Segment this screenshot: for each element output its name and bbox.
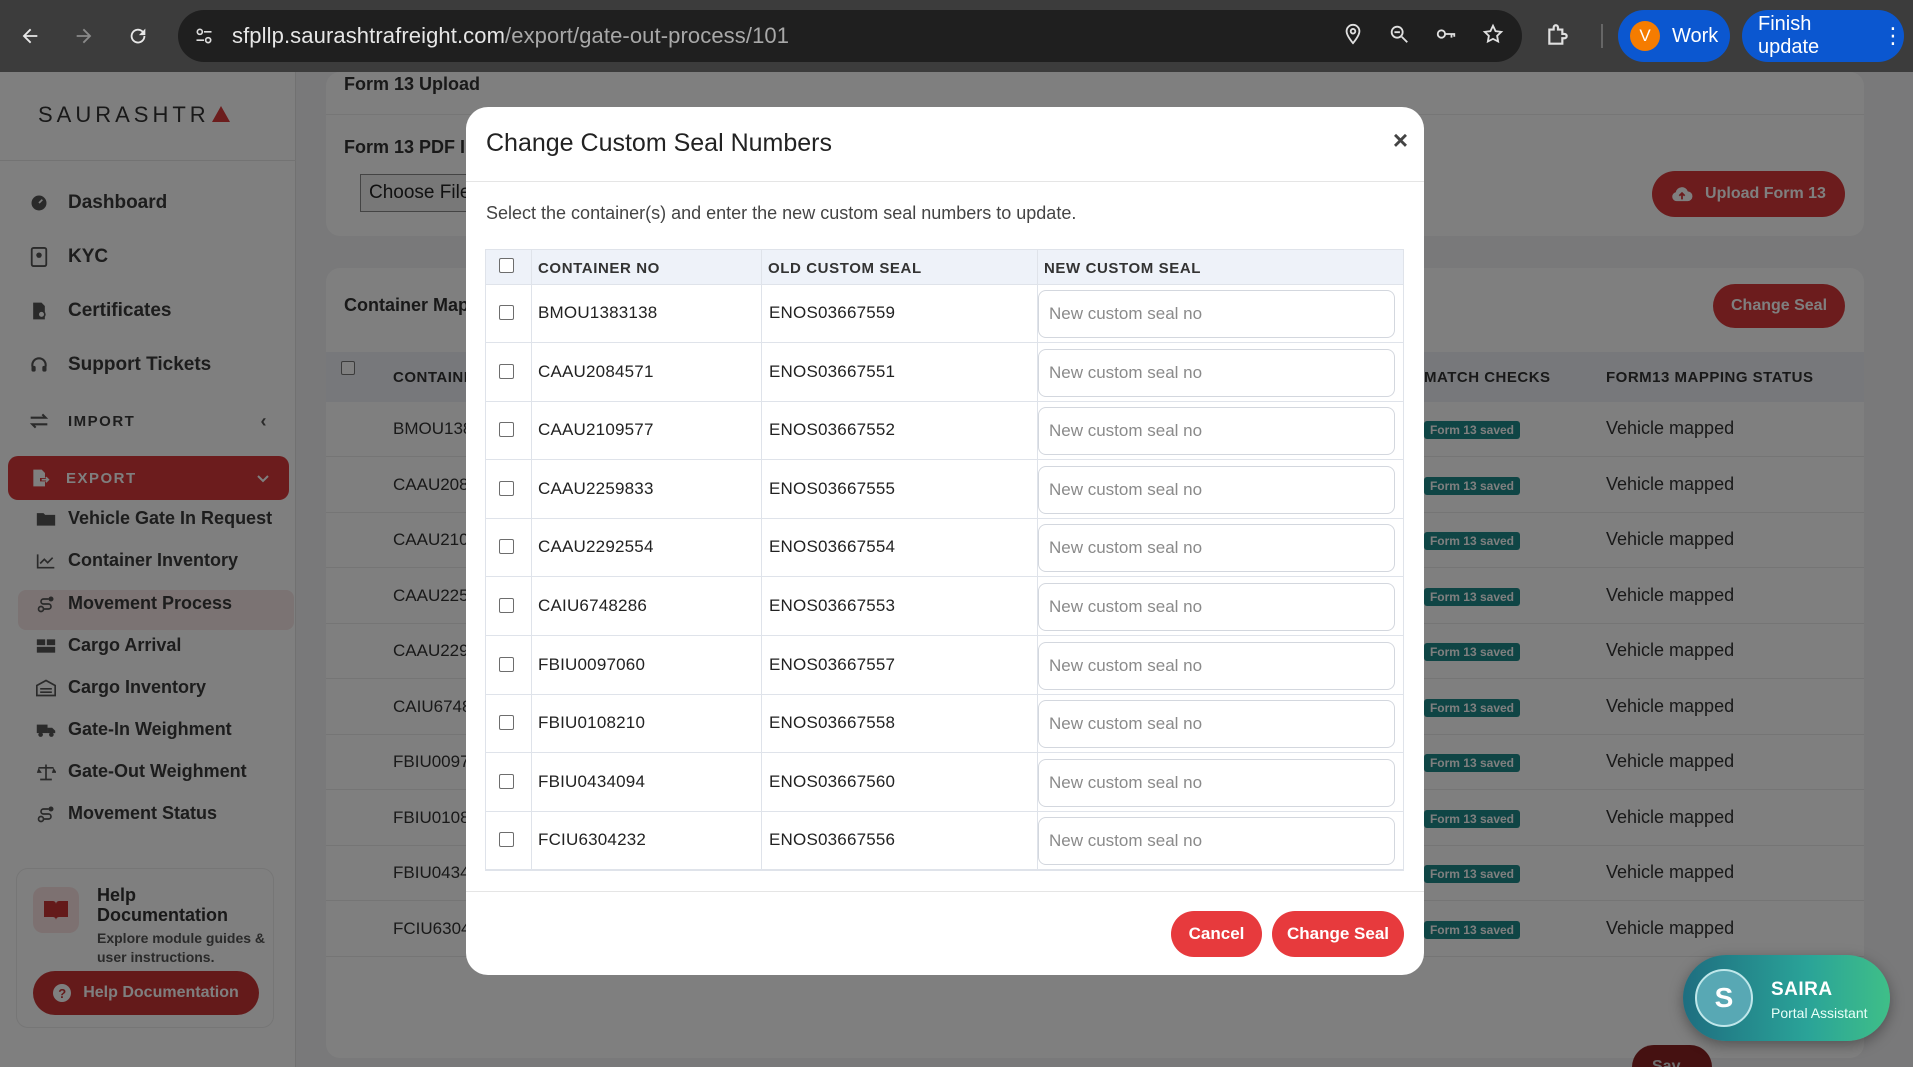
row-checkbox[interactable] [499, 539, 514, 555]
row-checkbox[interactable] [499, 480, 514, 496]
saira-assistant-button[interactable]: S SAIRA Portal Assistant [1683, 955, 1890, 1041]
row-checkbox[interactable] [499, 715, 514, 731]
seal-table: CONTAINER NO OLD CUSTOM SEAL NEW CUSTOM … [485, 249, 1404, 871]
modal-header-divider [466, 181, 1424, 182]
new-seal-input[interactable] [1038, 465, 1395, 514]
container-no-cell: FBIU0097060 [538, 654, 646, 674]
column-header-new-seal: NEW CUSTOM SEAL [1044, 260, 1202, 277]
new-seal-input[interactable] [1038, 817, 1395, 866]
old-seal-cell: ENOS03667558 [769, 713, 896, 733]
table-row: CAAU2292554 ENOS03667554 [486, 519, 1403, 578]
assistant-name: SAIRA [1771, 979, 1833, 1000]
seal-table-header: CONTAINER NO OLD CUSTOM SEAL NEW CUSTOM … [486, 250, 1403, 285]
site-info-icon[interactable] [194, 26, 214, 46]
table-row: CAAU2259833 ENOS03667555 [486, 461, 1403, 519]
table-row: FCIU6304232 ENOS03667556 [486, 812, 1403, 871]
old-seal-cell: ENOS03667556 [769, 830, 896, 850]
row-checkbox[interactable] [499, 598, 514, 613]
password-key-icon[interactable] [1434, 23, 1458, 50]
new-seal-input[interactable] [1038, 641, 1395, 690]
modal-description: Select the container(s) and enter the ne… [486, 203, 1077, 223]
row-checkbox[interactable] [499, 363, 514, 379]
change-seal-button[interactable]: Change Seal [1272, 911, 1404, 957]
table-row: FBIU0097060 ENOS03667557 [486, 637, 1403, 695]
back-icon[interactable] [4, 10, 56, 62]
old-seal-cell: ENOS03667559 [769, 303, 896, 322]
row-checkbox[interactable] [499, 422, 514, 438]
table-row: FBIU0434094 ENOS03667560 [486, 754, 1403, 812]
container-no-cell: FBIU0434094 [538, 771, 646, 791]
row-checkbox[interactable] [499, 656, 514, 672]
old-seal-cell: ENOS03667551 [769, 361, 896, 381]
new-seal-input[interactable] [1038, 524, 1395, 573]
select-all-checkbox[interactable] [499, 258, 514, 273]
modal-footer-divider [466, 891, 1424, 892]
table-row: BMOU1383138 ENOS03667559 [486, 285, 1403, 343]
address-bar[interactable]: sfpllp.saurashtrafreight.com/export/gate… [178, 10, 1522, 62]
container-no-cell: CAAU2084571 [538, 361, 654, 381]
zoom-icon[interactable] [1388, 23, 1410, 50]
finish-update-button[interactable]: Finish update ⋮ [1742, 10, 1904, 62]
reload-icon[interactable] [112, 10, 164, 62]
modal-title: Change Custom Seal Numbers [486, 129, 832, 157]
column-header-old-seal: OLD CUSTOM SEAL [768, 260, 922, 277]
new-seal-input[interactable] [1038, 700, 1395, 749]
profile-button[interactable]: V Work [1618, 10, 1730, 62]
update-label: Finish update [1758, 13, 1820, 58]
table-row: FBIU0108210 ENOS03667558 [486, 695, 1403, 754]
container-no-cell: FCIU6304232 [538, 830, 647, 850]
change-seal-modal: Change Custom Seal Numbers × Select the … [466, 107, 1424, 975]
container-no-cell: FBIU0108210 [538, 713, 646, 733]
row-checkbox[interactable] [499, 832, 514, 848]
table-row: CAAU2109577 ENOS03667552 [486, 402, 1403, 461]
row-checkbox[interactable] [499, 305, 514, 320]
container-no-cell: BMOU1383138 [538, 303, 658, 322]
assistant-subtitle: Portal Assistant [1771, 1005, 1868, 1021]
old-seal-cell: ENOS03667560 [769, 771, 896, 791]
old-seal-cell: ENOS03667557 [769, 654, 896, 674]
extensions-icon[interactable] [1545, 22, 1571, 53]
profile-avatar: V [1630, 21, 1660, 51]
new-seal-input[interactable] [1038, 348, 1395, 397]
profile-label: Work [1672, 24, 1719, 47]
table-row: CAIU6748286 ENOS03667553 [486, 578, 1403, 636]
old-seal-cell: ENOS03667552 [769, 420, 896, 440]
assistant-avatar: S [1695, 969, 1753, 1027]
location-icon[interactable] [1342, 23, 1364, 50]
old-seal-cell: ENOS03667553 [769, 596, 896, 615]
column-header-container-no: CONTAINER NO [538, 260, 660, 277]
bookmark-star-icon[interactable] [1482, 23, 1504, 50]
container-no-cell: CAAU2109577 [538, 420, 654, 440]
new-seal-input[interactable] [1038, 583, 1395, 631]
old-seal-cell: ENOS03667555 [769, 478, 896, 498]
url-text: sfpllp.saurashtrafreight.com/export/gate… [232, 23, 790, 48]
new-seal-input[interactable] [1038, 758, 1395, 807]
more-menu-icon[interactable]: ⋮ [1882, 23, 1904, 49]
forward-icon[interactable] [58, 10, 110, 62]
close-icon[interactable]: × [1393, 125, 1408, 156]
browser-toolbar: sfpllp.saurashtrafreight.com/export/gate… [0, 0, 1913, 72]
toolbar-divider [1601, 24, 1603, 48]
container-no-cell: CAIU6748286 [538, 596, 647, 615]
new-seal-input[interactable] [1038, 290, 1395, 338]
old-seal-cell: ENOS03667554 [769, 537, 896, 557]
new-seal-input[interactable] [1038, 407, 1395, 456]
container-no-cell: CAAU2259833 [538, 478, 654, 498]
cancel-button[interactable]: Cancel [1171, 911, 1262, 957]
row-checkbox[interactable] [499, 773, 514, 789]
container-no-cell: CAAU2292554 [538, 537, 654, 557]
table-row: CAAU2084571 ENOS03667551 [486, 344, 1403, 402]
